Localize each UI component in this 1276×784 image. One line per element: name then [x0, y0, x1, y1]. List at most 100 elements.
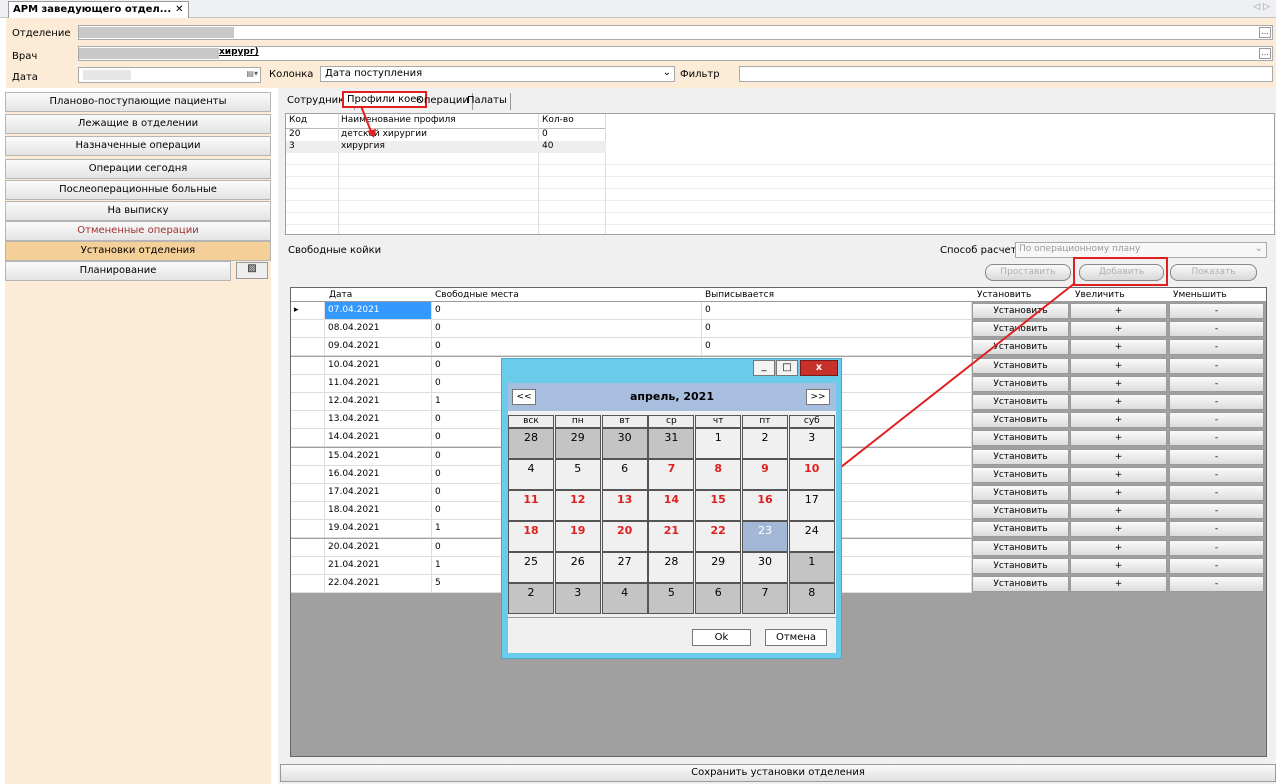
row-header[interactable]: [291, 520, 325, 539]
calendar-day[interactable]: 31: [648, 428, 695, 459]
increase-button[interactable]: +: [1070, 503, 1167, 520]
sidebar-item-planned-patients[interactable]: Планово-поступающие пациенты: [5, 92, 271, 112]
calc-method-select[interactable]: По операционному плану ⌄: [1015, 242, 1267, 258]
decrease-button[interactable]: -: [1169, 303, 1264, 319]
row-header[interactable]: [291, 502, 325, 521]
increase-button[interactable]: +: [1070, 394, 1167, 410]
sidebar-item-discharge[interactable]: На выписку: [5, 201, 271, 221]
calendar-day[interactable]: 11: [508, 490, 554, 521]
calendar-day[interactable]: 20: [601, 521, 648, 552]
decrease-button[interactable]: -: [1169, 576, 1264, 592]
calendar-day[interactable]: 28: [508, 428, 554, 459]
minimize-icon[interactable]: _: [753, 360, 775, 376]
calendar-day[interactable]: 9: [742, 459, 788, 490]
calendar-day[interactable]: 6: [601, 459, 648, 490]
ok-button[interactable]: Ok: [692, 629, 751, 646]
decrease-button[interactable]: -: [1169, 394, 1264, 410]
doctor-lookup-icon[interactable]: …: [1259, 48, 1271, 59]
table-row[interactable]: 3 хирургия 40: [286, 141, 606, 153]
row-header[interactable]: [291, 374, 325, 393]
calendar-day[interactable]: 19: [554, 521, 601, 552]
increase-button[interactable]: +: [1070, 430, 1167, 447]
sidebar-item-postop-patients[interactable]: Послеоперационные больные: [5, 180, 271, 200]
sidebar-item-in-department[interactable]: Лежащие в отделении: [5, 114, 271, 134]
row-header[interactable]: [291, 556, 325, 575]
chevron-down-icon[interactable]: ⌄: [663, 67, 671, 78]
department-field[interactable]: …: [78, 25, 1273, 40]
decrease-button[interactable]: -: [1169, 321, 1264, 338]
row-header[interactable]: [291, 356, 325, 375]
row-header[interactable]: [291, 320, 325, 339]
close-tab-icon[interactable]: ✕: [175, 4, 183, 15]
calendar-day[interactable]: 5: [554, 459, 601, 490]
decrease-button[interactable]: -: [1169, 430, 1264, 447]
calendar-day[interactable]: 3: [554, 583, 601, 614]
save-settings-button[interactable]: Сохранить установки отделения: [280, 764, 1276, 782]
calendar-dropdown-icon[interactable]: ▤▾: [246, 69, 258, 78]
row-header[interactable]: [291, 411, 325, 430]
tab-wards[interactable]: Палаты: [464, 93, 511, 110]
calendar-day[interactable]: 30: [742, 552, 788, 583]
increase-button[interactable]: +: [1070, 539, 1167, 556]
row-header[interactable]: [291, 338, 325, 357]
increase-button[interactable]: +: [1070, 521, 1167, 538]
calendar-day[interactable]: 24: [788, 521, 835, 552]
increase-button[interactable]: +: [1070, 321, 1167, 338]
sidebar-item-operations-today[interactable]: Операции сегодня: [5, 159, 271, 179]
calendar-day[interactable]: 1: [695, 428, 742, 459]
calendar-day[interactable]: 29: [554, 428, 601, 459]
calendar-day[interactable]: 7: [742, 583, 788, 614]
increase-button[interactable]: +: [1070, 485, 1167, 501]
calendar-day[interactable]: 6: [695, 583, 742, 614]
calendar-day[interactable]: 28: [648, 552, 695, 583]
calendar-day[interactable]: 15: [695, 490, 742, 521]
calendar-day[interactable]: 17: [788, 490, 835, 521]
sidebar-item-scheduled-operations[interactable]: Назначенные операции: [5, 136, 271, 156]
calendar-day[interactable]: 2: [508, 583, 554, 614]
decrease-button[interactable]: -: [1169, 557, 1264, 574]
chevron-down-icon[interactable]: ⌄: [1255, 243, 1263, 254]
close-icon[interactable]: x: [800, 360, 838, 376]
row-header[interactable]: [291, 575, 325, 593]
increase-button[interactable]: +: [1070, 557, 1167, 574]
calendar-day[interactable]: 14: [648, 490, 695, 521]
column-select[interactable]: Дата поступления ⌄: [320, 66, 675, 82]
calendar-day[interactable]: 3: [788, 428, 835, 459]
row-header[interactable]: [291, 447, 325, 466]
calendar-day[interactable]: 18: [508, 521, 554, 552]
doctor-field[interactable]: хирург) …: [78, 46, 1273, 61]
set-row-button[interactable]: Установить: [972, 557, 1069, 574]
calendar-day[interactable]: 10: [788, 459, 835, 490]
decrease-button[interactable]: -: [1169, 412, 1264, 429]
calendar-day[interactable]: 23: [742, 521, 788, 552]
increase-button[interactable]: +: [1070, 303, 1167, 319]
increase-button[interactable]: +: [1070, 466, 1167, 483]
increase-button[interactable]: +: [1070, 412, 1167, 429]
row-indicator-icon[interactable]: ▸: [291, 302, 325, 320]
decrease-button[interactable]: -: [1169, 375, 1264, 392]
increase-button[interactable]: +: [1070, 357, 1167, 374]
decrease-button[interactable]: -: [1169, 503, 1264, 520]
calendar-day[interactable]: 30: [601, 428, 648, 459]
calendar-day[interactable]: 26: [554, 552, 601, 583]
decrease-button[interactable]: -: [1169, 339, 1264, 356]
set-row-button[interactable]: Установить: [972, 539, 1069, 556]
increase-button[interactable]: +: [1070, 375, 1167, 392]
set-button[interactable]: Проставить: [985, 264, 1071, 281]
filter-input[interactable]: [739, 66, 1273, 82]
calendar-day[interactable]: 5: [648, 583, 695, 614]
next-month-button[interactable]: >>: [806, 389, 830, 405]
decrease-button[interactable]: -: [1169, 448, 1264, 465]
calendar-day[interactable]: 7: [648, 459, 695, 490]
maximize-icon[interactable]: □: [776, 360, 798, 376]
calendar-day[interactable]: 1: [788, 552, 835, 583]
calendar-day[interactable]: 27: [601, 552, 648, 583]
document-tab[interactable]: АРМ заведующего отдел... ✕: [8, 1, 189, 18]
calendar-day[interactable]: 22: [695, 521, 742, 552]
decrease-button[interactable]: -: [1169, 539, 1264, 556]
row-header[interactable]: [291, 465, 325, 484]
sidebar-item-department-settings[interactable]: Установки отделения: [5, 241, 271, 261]
sidebar-item-planning[interactable]: Планирование: [5, 261, 231, 281]
department-lookup-icon[interactable]: …: [1259, 27, 1271, 38]
calendar-day[interactable]: 21: [648, 521, 695, 552]
